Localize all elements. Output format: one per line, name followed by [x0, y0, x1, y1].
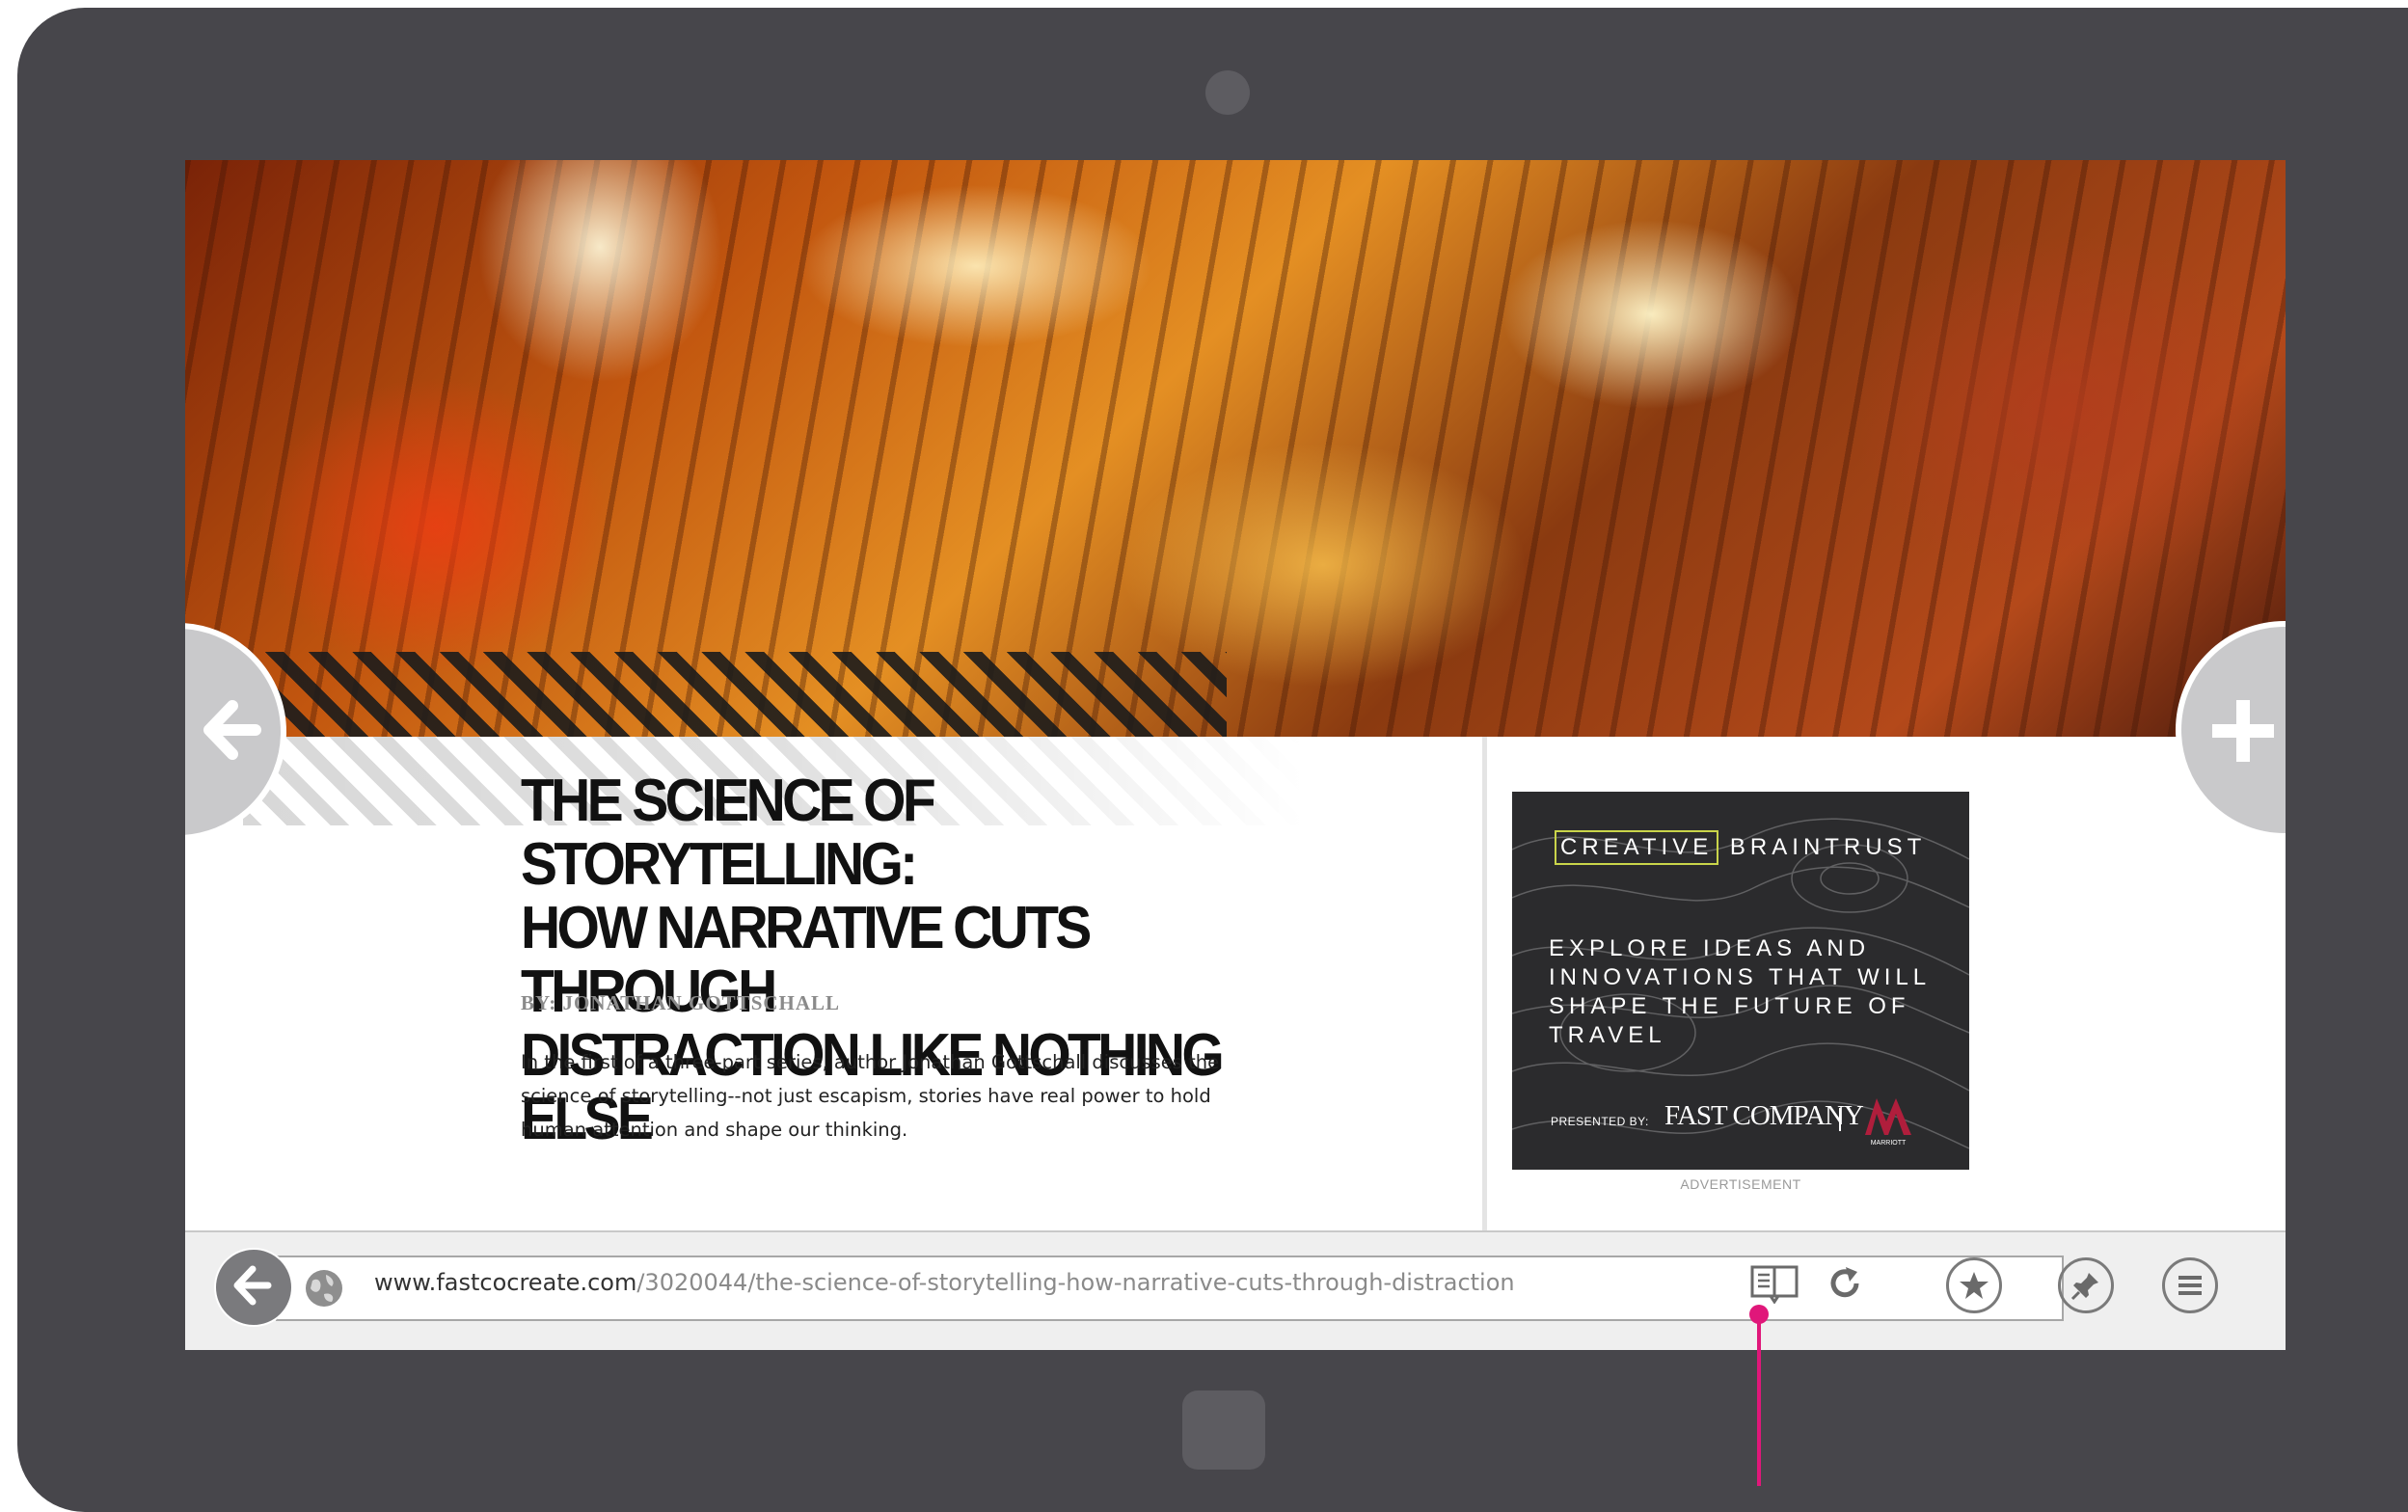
svg-text:MARRIOTT: MARRIOTT: [1871, 1140, 1907, 1147]
ad-brand: CREATIVE BRAINTRUST: [1555, 830, 1926, 865]
back-button[interactable]: [214, 1248, 293, 1327]
reading-view-icon[interactable]: [1749, 1263, 1799, 1304]
url-path: /3020044/the-science-of-storytelling-how…: [636, 1269, 1515, 1296]
headline-line: THE SCIENCE OF STORYTELLING:: [521, 768, 936, 898]
article-summary: In the first of a three-part series, aut…: [521, 1051, 1220, 1141]
pin-button[interactable]: [2058, 1257, 2114, 1313]
decorative-stripes: [262, 652, 1227, 737]
menu-icon: [2178, 1276, 2202, 1295]
marriott-logo: MARRIOTT: [1865, 1098, 1911, 1147]
tablet-device: THE SCIENCE OF STORYTELLING: HOW NARRATI…: [17, 8, 2408, 1512]
ad-headline: EXPLORE IDEAS AND INNOVATIONS THAT WILL …: [1549, 935, 1931, 1048]
ad-brand-rest: BRAINTRUST: [1729, 834, 1927, 860]
home-button[interactable]: [1182, 1390, 1265, 1470]
hero-image: [185, 160, 2286, 737]
column-divider: [1482, 737, 1487, 1277]
ad-brand-boxed: CREATIVE: [1555, 830, 1719, 865]
article-byline: BY: JONATHAN GOTTSCHALL: [521, 991, 841, 1014]
fast-company-logo: FAST COMPANY: [1664, 1100, 1864, 1131]
camera: [1205, 70, 1250, 115]
pin-icon: [2070, 1273, 2098, 1301]
menu-button[interactable]: [2162, 1257, 2218, 1313]
refresh-icon[interactable]: [1825, 1263, 1865, 1304]
plus-icon: [2212, 700, 2274, 762]
logo-separator: [1839, 1108, 1841, 1131]
back-arrow-icon: [233, 1265, 272, 1306]
url-text[interactable]: www.fastcocreate.com/3020044/the-science…: [374, 1269, 1515, 1296]
favorites-button[interactable]: [1946, 1257, 2002, 1313]
callout-line: [1757, 1315, 1761, 1486]
browser-screen: THE SCIENCE OF STORYTELLING: HOW NARRATI…: [185, 160, 2286, 1350]
left-arrow-icon: [203, 700, 261, 760]
advertisement-banner[interactable]: CREATIVE BRAINTRUST EXPLORE IDEAS AND IN…: [1512, 792, 1969, 1170]
address-bar: www.fastcocreate.com/3020044/the-science…: [185, 1230, 2286, 1350]
ad-presented-by: PRESENTED BY:: [1551, 1115, 1649, 1128]
advertisement-label: ADVERTISEMENT: [1680, 1176, 1801, 1192]
globe-icon: [306, 1270, 342, 1307]
url-domain: www.fastcocreate.com: [374, 1269, 637, 1296]
star-icon: [1960, 1272, 1989, 1299]
